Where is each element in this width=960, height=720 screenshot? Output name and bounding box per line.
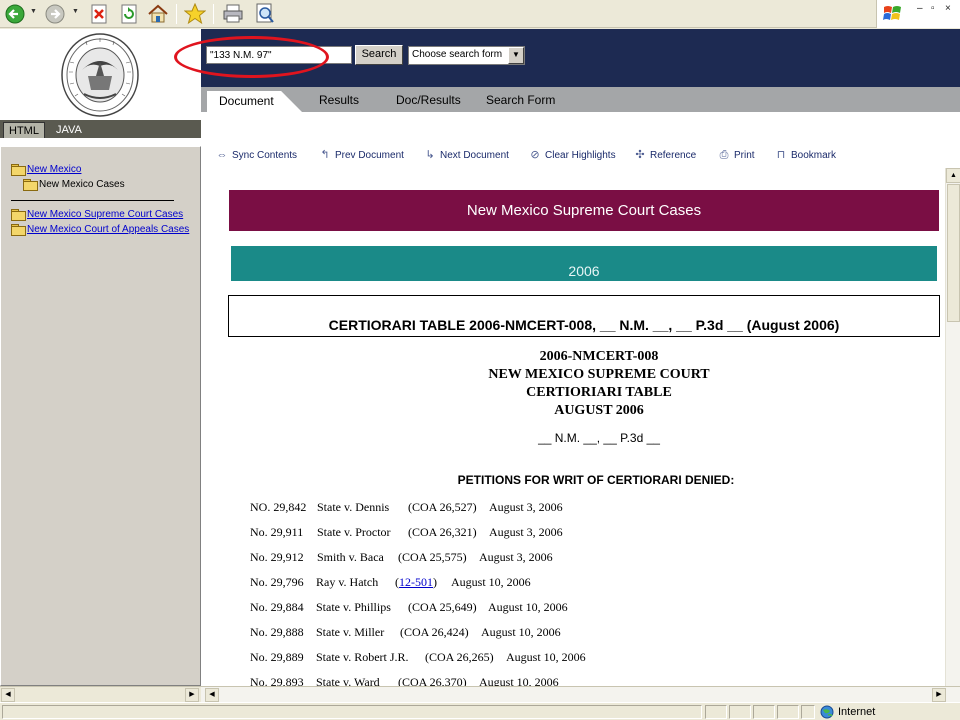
close-icon[interactable]: ×	[945, 3, 951, 14]
folder-open-icon	[23, 179, 38, 191]
clear-highlights-icon: ⊘	[530, 149, 540, 161]
highlight-annotation	[174, 36, 329, 78]
minimize-icon[interactable]: –	[917, 3, 923, 14]
tab-html[interactable]: HTML	[3, 122, 45, 138]
prev-document-icon: ↰	[320, 149, 330, 161]
folder-open-icon	[11, 164, 26, 176]
back-icon[interactable]	[4, 3, 26, 25]
view-tab-strip: HTML JAVA	[0, 120, 201, 138]
horizontal-scrollbar[interactable]: ◀ ▶	[201, 686, 960, 702]
tree-item-supreme-court-cases[interactable]: New Mexico Supreme Court Cases	[11, 209, 183, 221]
tab-document[interactable]: Document	[207, 91, 302, 112]
favorites-icon[interactable]	[184, 3, 206, 25]
prev-document-button[interactable]: ↰ Prev Document	[318, 149, 404, 161]
tab-search-form[interactable]: Search Form	[486, 93, 555, 107]
table-row: No. 29,893 State v. Ward (COA 26,370) Augus…	[250, 675, 559, 686]
search-form-select[interactable]: Choose search form ▼	[408, 46, 525, 65]
scroll-right-icon[interactable]: ▶	[932, 688, 946, 702]
clear-highlights-button[interactable]: ⊘ Clear Highlights	[528, 149, 615, 161]
table-row: No. 29,889 State v. Robert J.R. (COA 26,26…	[250, 650, 586, 664]
tree-item-label[interactable]: New Mexico Court of Appeals Cases	[27, 224, 189, 235]
next-document-button[interactable]: ↳ Next Document	[423, 149, 509, 161]
table-row: No. 29,796 Ray v. Hatch (12-501) August 10,…	[250, 575, 531, 589]
refresh-icon[interactable]	[118, 3, 140, 25]
reference-button[interactable]: ✣ Reference	[633, 149, 696, 161]
tab-doc-results[interactable]: Doc/Results	[396, 93, 461, 107]
document-view: New Mexico Supreme Court Cases 2006 CERT…	[201, 168, 945, 686]
globe-icon	[820, 705, 834, 719]
heading-line: CERTIORIARI TABLE	[526, 385, 672, 400]
browser-toolbar: ▼ ▼	[0, 0, 960, 28]
reference-icon: ✣	[635, 149, 645, 161]
search-button[interactable]: Search	[355, 45, 403, 65]
forward-dropdown-icon[interactable]: ▼	[72, 8, 79, 15]
scroll-left-icon[interactable]: ◀	[205, 688, 219, 702]
heading-line: 2006-NMCERT-008	[539, 349, 659, 364]
next-document-icon: ↳	[425, 149, 435, 161]
tree-item-new-mexico-cases[interactable]: New Mexico Cases	[23, 179, 125, 191]
citation-line: __ N.M. __, __ P.3d __	[538, 431, 660, 445]
print-preview-icon[interactable]	[254, 3, 276, 25]
tree-item-label[interactable]: New Mexico Supreme Court Cases	[27, 209, 183, 220]
heading-line: NEW MEXICO SUPREME COURT	[488, 367, 710, 382]
tree-item-label: New Mexico Cases	[39, 179, 125, 190]
heading-line: AUGUST 2006	[554, 403, 644, 418]
table-row: No. 29,911 State v. Proctor (COA 26,321) Au…	[250, 525, 563, 539]
home-icon[interactable]	[147, 3, 169, 25]
back-dropdown-icon[interactable]: ▼	[30, 8, 37, 15]
folder-icon	[11, 224, 26, 236]
scroll-up-icon[interactable]: ▲	[946, 168, 960, 183]
table-row: No. 29,884 State v. Phillips (COA 25,649) A…	[250, 600, 568, 614]
tree-item-new-mexico[interactable]: New Mexico	[11, 164, 81, 176]
state-seal-logo	[61, 33, 139, 117]
navigation-tree: New Mexico New Mexico Cases New Mexico S…	[0, 146, 201, 686]
tree-item-court-of-appeals-cases[interactable]: New Mexico Court of Appeals Cases	[11, 224, 189, 236]
main-tabs: Document Results Doc/Results Search Form	[201, 87, 960, 112]
status-bar: Internet	[0, 702, 960, 720]
tree-divider	[11, 200, 174, 201]
stop-icon[interactable]	[88, 3, 110, 25]
scroll-right-icon[interactable]: ▶	[185, 688, 199, 702]
window-corner: – ▫ ×	[876, 0, 960, 28]
print-icon: ⎙	[719, 149, 729, 161]
tab-results[interactable]: Results	[319, 93, 359, 107]
bookmark-button[interactable]: ⊓ Bookmark	[774, 149, 836, 161]
search-form-select-label: Choose search form	[412, 49, 503, 60]
security-zone: Internet	[817, 705, 945, 719]
scroll-left-icon[interactable]: ◀	[1, 688, 15, 702]
court-banner: New Mexico Supreme Court Cases	[229, 190, 939, 231]
tab-java[interactable]: JAVA	[56, 123, 82, 137]
year-banner: 2006	[231, 246, 937, 281]
vertical-scrollbar[interactable]: ▲	[945, 168, 960, 686]
bookmark-icon: ⊓	[776, 149, 786, 161]
document-action-bar: ⇔ Sync Contents ↰ Prev Document ↳ Next Docu…	[201, 146, 960, 168]
folder-icon	[11, 209, 26, 221]
zone-label: Internet	[838, 706, 876, 718]
forward-icon[interactable]	[44, 3, 66, 25]
section-heading: PETITIONS FOR WRIT OF CERTIORARI DENIED:	[457, 473, 735, 487]
table-row: No. 29,912 Smith v. Baca (COA 25,575) Augus…	[250, 550, 553, 564]
certiorari-title: CERTIORARI TABLE 2006-NMCERT-008, __ N.M…	[228, 295, 940, 337]
print-icon[interactable]	[222, 3, 244, 25]
table-row: NO. 29,842 State v. Dennis (COA 26,527) Aug…	[250, 500, 563, 514]
sync-contents-button[interactable]: ⇔ Sync Contents	[215, 149, 298, 161]
sync-arrows-icon: ⇔	[216, 149, 228, 161]
left-horizontal-scrollbar[interactable]: ◀ ▶	[0, 686, 201, 702]
seal-frame	[0, 29, 201, 120]
table-row: No. 29,888 State v. Miller (COA 26,424) Aug…	[250, 625, 561, 639]
reference-link[interactable]: 12-501	[399, 575, 433, 589]
scroll-thumb[interactable]	[947, 184, 960, 322]
restore-icon[interactable]: ▫	[931, 3, 935, 14]
chevron-down-icon[interactable]: ▼	[508, 47, 524, 64]
tree-item-label[interactable]: New Mexico	[27, 164, 81, 175]
print-button[interactable]: ⎙ Print	[717, 149, 755, 161]
windows-logo-icon	[883, 6, 901, 20]
